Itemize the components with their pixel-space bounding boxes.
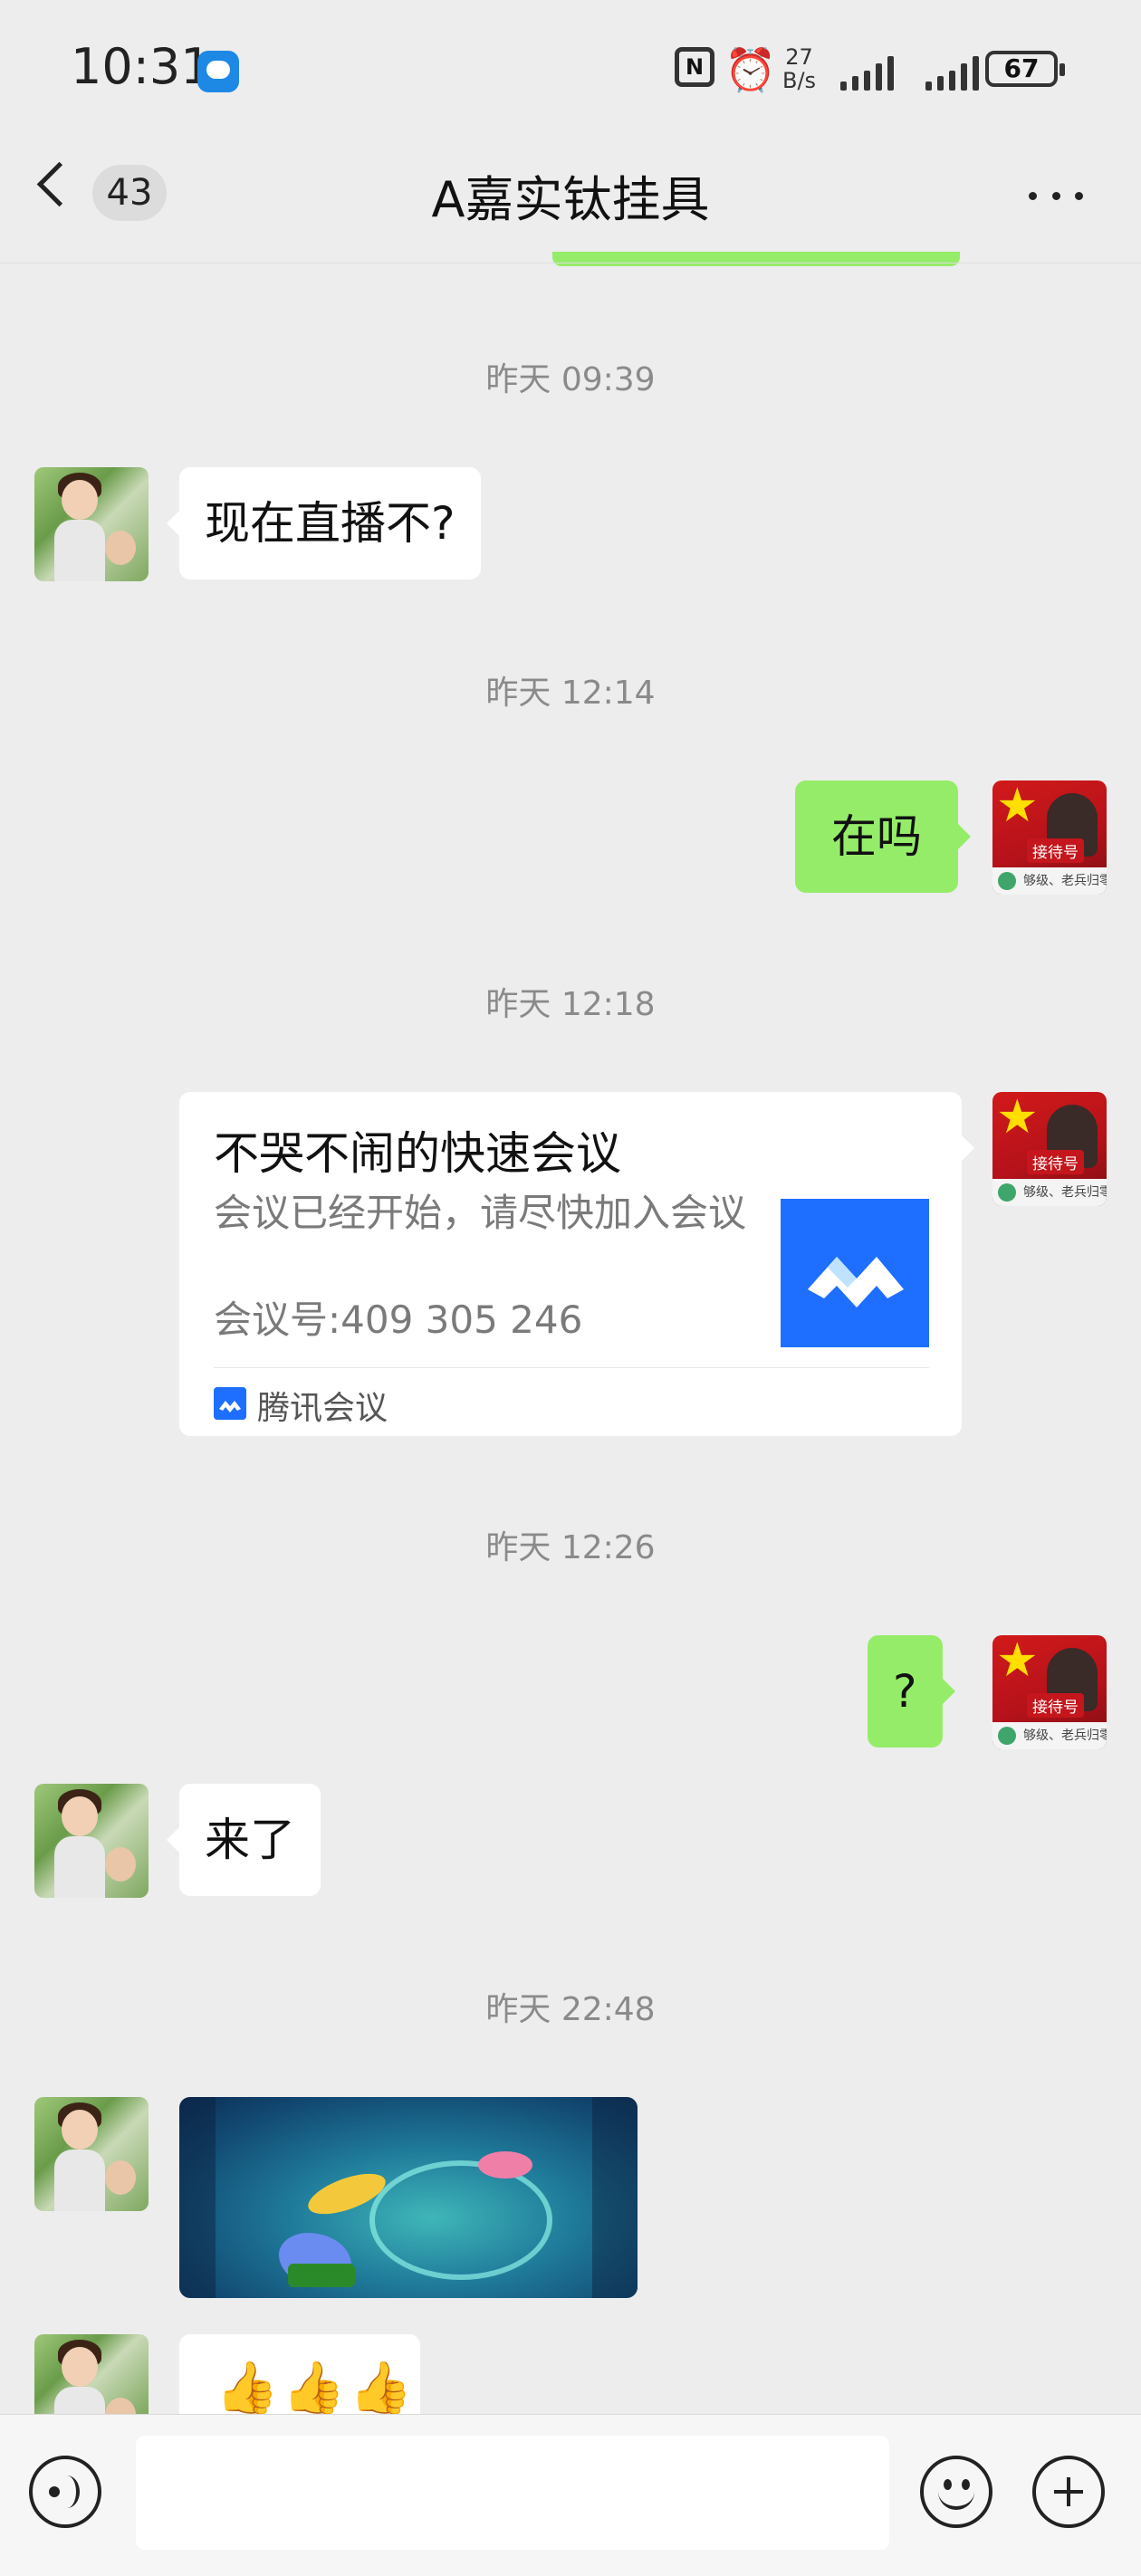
tencent-meeting-icon <box>214 1387 246 1420</box>
my-avatar[interactable]: ★ 接待号 够级、老兵归零 <box>992 1635 1107 1749</box>
timestamp: 昨天 12:26 <box>485 1529 656 1566</box>
more-options-icon[interactable] <box>1029 192 1083 203</box>
back-icon[interactable] <box>36 161 82 207</box>
received-message[interactable]: 现在直播不? <box>167 467 481 579</box>
contact-avatar[interactable] <box>34 2334 149 2414</box>
more-actions-icon[interactable] <box>1032 2456 1105 2528</box>
chat-title: A嘉实钛挂具 <box>431 171 710 228</box>
sent-message[interactable]: ? <box>868 1635 955 1748</box>
contact-avatar[interactable] <box>34 2097 149 2211</box>
previous-message-bubble[interactable] <box>552 252 960 266</box>
card-divider <box>214 1367 929 1368</box>
network-speed: 27 B/s <box>782 45 816 92</box>
signal-icon <box>925 54 979 91</box>
timestamp: 昨天 12:18 <box>485 986 656 1023</box>
tencent-meeting-logo <box>781 1199 929 1347</box>
emoji-icon[interactable] <box>920 2456 992 2528</box>
network-speed-unit: B/s <box>782 68 817 93</box>
meeting-card[interactable]: 不哭不闹的快速会议 会议已经开始，请尽快加入会议 会议号:409 305 246… <box>179 1092 974 1436</box>
meeting-id: 会议号:409 305 246 <box>214 1298 583 1342</box>
search-icon <box>998 1727 1016 1745</box>
message-input[interactable] <box>136 2436 889 2550</box>
battery-icon: 67 <box>985 51 1065 87</box>
network-speed-value: 27 <box>785 44 813 70</box>
timestamp: 昨天 09:39 <box>485 361 656 398</box>
sent-message[interactable]: 在吗 <box>795 780 971 893</box>
my-avatar[interactable]: ★ 接待号 够级、老兵归零 <box>992 780 1107 895</box>
avatar-tag: 接待号 <box>1027 1150 1084 1174</box>
search-icon <box>998 872 1016 890</box>
contact-avatar[interactable] <box>34 1784 149 1898</box>
status-time: 10:31 <box>71 38 212 95</box>
voice-input-icon[interactable] <box>29 2456 101 2528</box>
image-message[interactable] <box>179 2097 638 2298</box>
avatar-tag: 接待号 <box>1027 1693 1084 1718</box>
alarm-icon: ⏰ <box>724 45 777 94</box>
meeting-source: 腾讯会议 <box>257 1390 388 1427</box>
received-message[interactable]: 👍👍👍 <box>179 2334 420 2416</box>
unread-count-badge[interactable]: 43 <box>92 165 167 221</box>
timestamp: 昨天 22:48 <box>485 1991 656 2028</box>
my-avatar[interactable]: ★ 接待号 够级、老兵归零 <box>992 1092 1107 1206</box>
timestamp: 昨天 12:14 <box>485 675 656 712</box>
search-icon <box>998 1183 1016 1202</box>
nfc-icon: N <box>675 47 714 87</box>
meeting-description: 会议已经开始，请尽快加入会议 <box>214 1191 747 1235</box>
message-notification-icon <box>197 51 239 92</box>
avatar-tag: 接待号 <box>1027 838 1084 863</box>
meeting-title: 不哭不闹的快速会议 <box>214 1127 621 1180</box>
received-message[interactable]: 来了 <box>167 1784 321 1896</box>
signal-icon <box>840 54 894 91</box>
contact-avatar[interactable] <box>34 467 149 581</box>
